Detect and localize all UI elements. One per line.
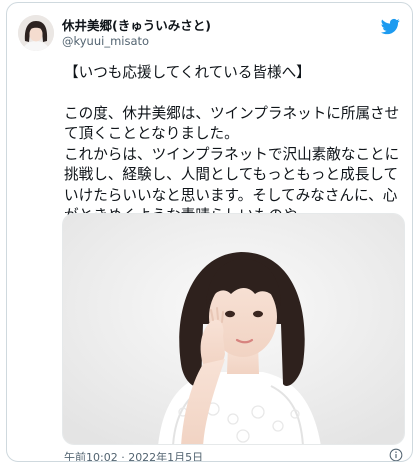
handle[interactable]: @kyuui_misato [62, 34, 211, 49]
display-name[interactable]: 休井美郷(きゅういみさと) [62, 17, 211, 34]
tweet-card[interactable]: 休井美郷(きゅういみさと) @kyuui_misato 【いつも応援してくれてい… [6, 2, 413, 462]
author-names[interactable]: 休井美郷(きゅういみさと) @kyuui_misato [62, 17, 211, 49]
tweet-header: 休井美郷(きゅういみさと) @kyuui_misato [18, 15, 402, 55]
avatar-image [18, 15, 54, 51]
info-icon[interactable] [389, 448, 403, 462]
tweet-timestamp[interactable]: 午前10:02 · 2022年1月5日 [64, 449, 203, 461]
tweet-photo[interactable] [62, 213, 405, 445]
portrait-image [63, 214, 404, 444]
tweet-text-line: この度、休井美郷は、ツインプラネットに所属させて頂くこととなりました。 [64, 104, 400, 143]
twitter-bird-icon[interactable] [381, 17, 400, 36]
tweet-text: 【いつも応援してくれている皆様へ】 この度、休井美郷は、ツインプラネットに所属さ… [64, 63, 404, 227]
avatar[interactable] [18, 15, 54, 51]
tweet-text-line: 【いつも応援してくれている皆様へ】 [64, 64, 311, 81]
